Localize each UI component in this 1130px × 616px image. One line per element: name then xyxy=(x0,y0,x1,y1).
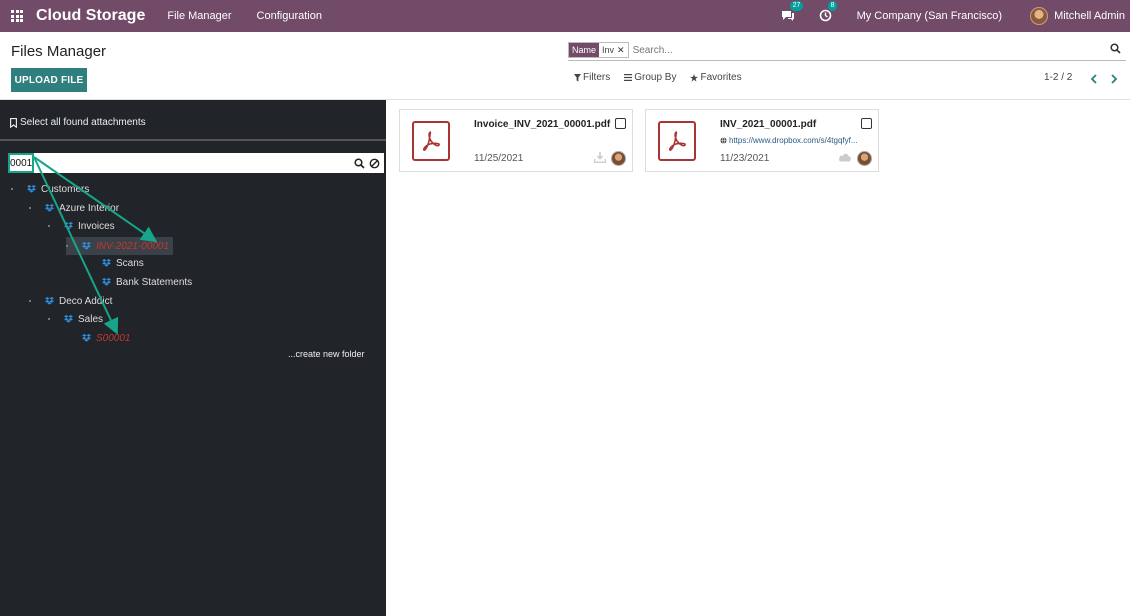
user-avatar[interactable] xyxy=(1030,7,1049,25)
user-menu[interactable]: Mitchell Admin xyxy=(1054,10,1125,22)
attachment-name: INV_2021_00001.pdf xyxy=(720,119,817,130)
download-icon[interactable] xyxy=(594,152,606,163)
pdf-file-icon xyxy=(658,121,696,161)
filter-icon xyxy=(574,73,581,81)
attachment-date: 11/23/2021 xyxy=(720,153,770,164)
folder-sidebar: Select all found attachments Customers A… xyxy=(0,100,386,616)
pager-value[interactable]: 1-2 / 2 xyxy=(1044,72,1072,83)
dropbox-icon xyxy=(45,204,54,212)
messages-icon[interactable]: 27 xyxy=(781,1,804,23)
menu-file-manager[interactable]: File Manager xyxy=(167,10,231,22)
search-bar: Name Inv ✕ xyxy=(568,40,1126,61)
dropbox-icon xyxy=(102,259,111,267)
facet-label: Name xyxy=(569,43,600,57)
tree-node-label: Scans xyxy=(116,257,144,269)
folder-search-box xyxy=(8,153,384,173)
tree-node-inv-2021-00001[interactable]: INV-2021-00001 xyxy=(66,237,174,255)
tree-node-label: Azure Interior xyxy=(59,202,120,214)
messages-badge: 27 xyxy=(789,1,804,11)
group-by-label: Group By xyxy=(634,72,677,83)
favorites-label: Favorites xyxy=(700,72,742,83)
annotation-highlight-box xyxy=(8,153,34,173)
select-all-attachments[interactable]: Select all found attachments xyxy=(10,117,146,128)
page-title: Files Manager xyxy=(11,43,107,60)
tree-node-label: S00001 xyxy=(96,332,131,344)
search-icon[interactable] xyxy=(1110,43,1124,57)
company-switcher[interactable]: My Company (San Francisco) xyxy=(857,10,1003,22)
upload-file-button[interactable]: UPLOAD FILE xyxy=(11,68,87,92)
attachments-kanban: Invoice_INV_2021_00001.pdf 11/25/2021 IN… xyxy=(386,100,1130,616)
tree-node-invoices[interactable]: Invoices xyxy=(48,219,115,233)
facet-value: Inv xyxy=(602,45,615,55)
attachment-select-checkbox[interactable] xyxy=(861,118,872,129)
attachment-date: 11/25/2021 xyxy=(474,153,524,164)
bookmark-icon xyxy=(10,117,17,128)
attachment-url-text: https://www.dropbox.com/s/4tgqfyf... xyxy=(729,136,858,145)
tree-node-label: Invoices xyxy=(78,220,115,232)
pdf-file-icon xyxy=(412,121,450,161)
tree-node-bank-statements[interactable]: Bank Statements xyxy=(86,275,192,289)
select-all-label: Select all found attachments xyxy=(20,117,146,128)
favorites-button[interactable]: Favorites xyxy=(690,72,742,83)
dropbox-icon xyxy=(64,222,73,230)
pager-previous-icon[interactable] xyxy=(1088,73,1100,85)
menu-configuration[interactable]: Configuration xyxy=(257,10,322,22)
tree-node-sales[interactable]: Sales xyxy=(48,312,103,326)
filters-label: Filters xyxy=(583,72,611,83)
search-facet: Name Inv ✕ xyxy=(568,42,629,58)
apps-menu-icon[interactable] xyxy=(0,0,34,32)
app-brand[interactable]: Cloud Storage xyxy=(36,7,145,25)
dropbox-icon xyxy=(102,278,111,286)
tree-node-label: Sales xyxy=(78,313,104,325)
dropbox-icon xyxy=(82,334,91,342)
tree-node-customers[interactable]: Customers xyxy=(11,182,89,196)
dropbox-icon xyxy=(64,315,73,323)
pager-next-icon[interactable] xyxy=(1108,73,1120,85)
sidebar-divider xyxy=(0,139,386,141)
dropbox-icon xyxy=(27,185,36,193)
tree-node-label: Deco Addict xyxy=(59,295,113,307)
cloud-icon xyxy=(839,153,851,162)
top-navbar: Cloud Storage File Manager Configuration… xyxy=(0,0,1130,32)
folder-search-input[interactable] xyxy=(8,157,354,169)
search-input[interactable] xyxy=(632,44,1110,56)
owner-avatar xyxy=(611,151,626,166)
globe-icon xyxy=(720,137,727,144)
attachment-name: Invoice_INV_2021_00001.pdf xyxy=(474,119,611,130)
control-panel: Files Manager UPLOAD FILE Name Inv ✕ Fil… xyxy=(0,32,1130,100)
tree-node-label: Customers xyxy=(41,183,90,195)
star-icon xyxy=(690,73,699,82)
tree-node-deco-addict[interactable]: Deco Addict xyxy=(29,294,112,308)
tree-node-azure-interior[interactable]: Azure Interior xyxy=(29,201,119,215)
attachment-card[interactable]: Invoice_INV_2021_00001.pdf 11/25/2021 xyxy=(399,109,633,172)
activities-badge: 8 xyxy=(827,1,838,11)
tree-node-label: Bank Statements xyxy=(116,276,193,288)
group-by-button[interactable]: Group By xyxy=(624,72,676,83)
search-options: Filters Group By Favorites xyxy=(574,72,756,83)
activities-icon[interactable]: 8 xyxy=(819,1,838,23)
filters-button[interactable]: Filters xyxy=(574,72,610,83)
attachment-url[interactable]: https://www.dropbox.com/s/4tgqfyf... xyxy=(720,136,870,145)
dropbox-icon xyxy=(45,297,54,305)
attachment-card[interactable]: INV_2021_00001.pdf https://www.dropbox.c… xyxy=(645,109,879,172)
group-by-icon xyxy=(624,74,633,81)
tree-node-label: INV-2021-00001 xyxy=(96,240,170,252)
create-folder-link[interactable]: ...create new folder xyxy=(288,349,365,359)
owner-avatar xyxy=(857,151,872,166)
attachment-select-checkbox[interactable] xyxy=(615,118,626,129)
tree-node-s00001[interactable]: S00001 xyxy=(66,331,130,345)
facet-remove-icon[interactable]: ✕ xyxy=(617,45,628,56)
search-icon[interactable] xyxy=(354,157,365,169)
dropbox-icon xyxy=(82,242,91,250)
clear-search-icon[interactable] xyxy=(369,158,380,169)
tree-node-scans[interactable]: Scans xyxy=(86,256,144,270)
